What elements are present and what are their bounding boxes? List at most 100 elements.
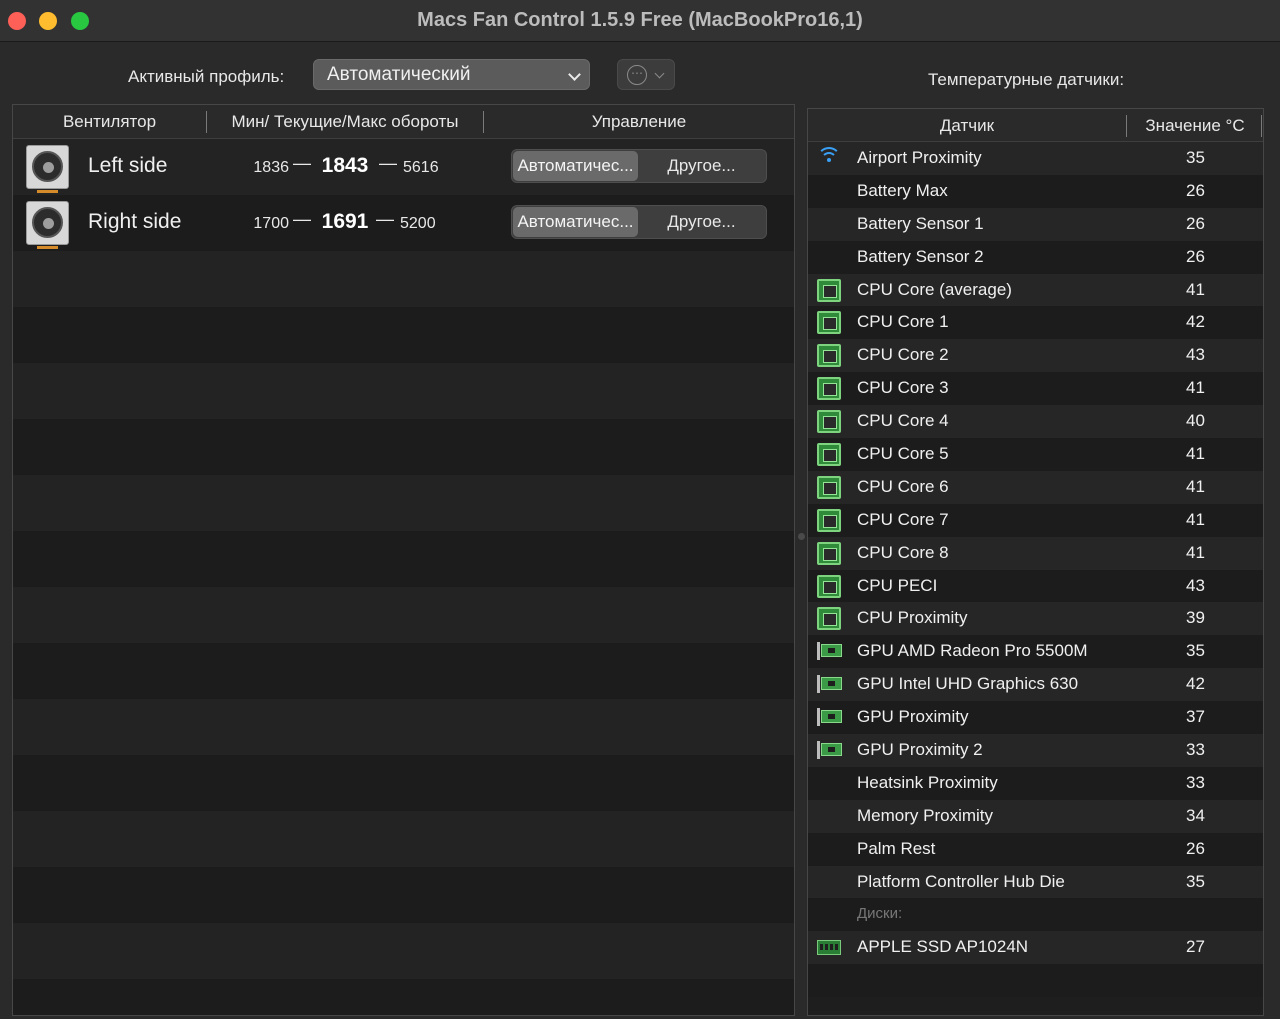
column-header-control[interactable]: Управление — [484, 105, 794, 139]
table-row — [13, 699, 794, 755]
table-row[interactable]: CPU Core (average) 41 — [808, 273, 1263, 307]
cpu-icon — [817, 607, 841, 631]
column-separator — [1261, 115, 1262, 137]
table-row[interactable]: Battery Sensor 2 26 — [808, 240, 1263, 274]
sensor-value: 43 — [1186, 345, 1205, 365]
table-row[interactable]: CPU Core 3 41 — [808, 372, 1263, 406]
sensor-name: Battery Sensor 2 — [857, 246, 984, 266]
gpu-icon — [817, 675, 842, 694]
cpu-icon — [817, 475, 841, 499]
cpu-icon — [817, 344, 841, 368]
table-row[interactable]: CPU Core 2 43 — [808, 339, 1263, 373]
cpu-icon — [817, 541, 841, 565]
sensor-name: Battery Sensor 1 — [857, 213, 984, 233]
table-row[interactable]: CPU Proximity 39 — [808, 602, 1263, 636]
sensor-value: 26 — [1186, 838, 1205, 858]
split-view-divider[interactable] — [798, 533, 805, 540]
sensor-name: Palm Rest — [857, 838, 936, 858]
table-row[interactable]: CPU Core 5 41 — [808, 438, 1263, 471]
table-row — [13, 811, 794, 867]
chevron-down-icon — [654, 68, 665, 79]
sensor-value: 41 — [1186, 476, 1205, 496]
table-row — [13, 363, 794, 419]
cpu-icon — [817, 311, 841, 335]
column-header-sensor[interactable]: Датчик — [808, 109, 1126, 142]
sensor-value: 42 — [1186, 674, 1205, 694]
gpu-icon — [817, 708, 842, 727]
sensors-table: Датчик Значение °C Airport Proximity 35 Ba… — [807, 108, 1264, 1016]
rpm-separator: — — [293, 153, 311, 173]
table-row[interactable]: Platform Controller Hub Die 35 — [808, 865, 1263, 899]
sensor-name: APPLE SSD AP1024N — [857, 937, 1029, 957]
ellipsis-circle-icon: ⋯ — [627, 65, 647, 85]
temperature-sensors-title: Температурные датчики: — [928, 70, 1125, 89]
sensor-value: 41 — [1186, 542, 1205, 562]
custom-control-button[interactable]: Другое... — [638, 151, 765, 181]
table-row[interactable]: CPU Core 6 41 — [808, 470, 1263, 504]
sensor-name: CPU Proximity — [857, 608, 968, 628]
sensor-name: CPU Core 4 — [857, 411, 949, 431]
fan-min-rpm: 1700 — [253, 215, 289, 232]
table-row[interactable]: CPU Core 1 42 — [808, 306, 1263, 340]
auto-control-button[interactable]: Автоматичес... — [513, 207, 638, 237]
group-label: Диски: — [857, 905, 903, 923]
cpu-icon — [817, 410, 841, 434]
sensor-value: 37 — [1186, 707, 1205, 727]
sensor-name: GPU Proximity — [857, 707, 969, 727]
table-row[interactable]: Airport Proximity 35 — [808, 142, 1263, 175]
custom-control-button[interactable]: Другое... — [638, 207, 765, 237]
table-row[interactable]: Heatsink Proximity 33 — [808, 766, 1263, 800]
table-row — [13, 531, 794, 587]
cpu-icon — [817, 508, 841, 532]
fan-row-right-side[interactable]: Right side 1700 — 1691 — 5200 Автоматиче… — [13, 195, 794, 251]
title-bar: Macs Fan Control 1.5.9 Free (MacBookPro1… — [0, 0, 1280, 42]
table-row — [13, 587, 794, 643]
sensor-name: Heatsink Proximity — [857, 772, 998, 792]
table-row[interactable]: GPU Intel UHD Graphics 630 42 — [808, 668, 1263, 702]
table-row[interactable]: CPU Core 8 41 — [808, 536, 1263, 570]
column-header-value[interactable]: Значение °C — [1127, 109, 1263, 142]
sensor-name: CPU Core 1 — [857, 312, 949, 332]
fan-icon — [26, 145, 69, 193]
active-profile-value: Автоматический — [327, 64, 471, 85]
table-row[interactable]: GPU Proximity 37 — [808, 701, 1263, 735]
table-row[interactable]: Memory Proximity 34 — [808, 799, 1263, 833]
sensor-name: CPU Core 2 — [857, 345, 949, 365]
sensors-table-header: Датчик Значение °C — [808, 109, 1263, 142]
column-header-fan[interactable]: Вентилятор — [13, 105, 206, 139]
table-row — [13, 475, 794, 531]
auto-control-button[interactable]: Автоматичес... — [513, 151, 638, 181]
fans-table: Вентилятор Мин/ Текущие/Макс обороты Упр… — [12, 104, 795, 1016]
sensor-name: CPU Core 6 — [857, 476, 949, 496]
table-row[interactable]: GPU Proximity 2 33 — [808, 734, 1263, 767]
more-actions-button[interactable]: ⋯ — [617, 59, 675, 90]
fan-control-segmented: Автоматичес... Другое... — [511, 205, 767, 239]
table-row — [13, 643, 794, 699]
fan-max-rpm: 5200 — [400, 215, 436, 232]
sensor-name: CPU Core 3 — [857, 378, 949, 398]
table-row[interactable]: Battery Sensor 1 26 — [808, 207, 1263, 241]
table-row[interactable]: GPU AMD Radeon Pro 5500M 35 — [808, 635, 1263, 669]
cpu-icon — [817, 443, 841, 467]
sensors-table-body: Airport Proximity 35 Battery Max 26 Battery … — [808, 142, 1263, 998]
active-profile-select[interactable]: Автоматический — [313, 59, 590, 90]
rpm-separator: — — [293, 209, 311, 229]
window-title: Macs Fan Control 1.5.9 Free (MacBookPro1… — [417, 9, 863, 31]
table-row — [13, 755, 794, 811]
table-row[interactable]: CPU Core 4 40 — [808, 405, 1263, 439]
active-profile-label: Активный профиль: — [128, 67, 285, 86]
sensor-value: 41 — [1186, 378, 1205, 398]
sensor-name: CPU Core 8 — [857, 542, 949, 562]
column-header-rpm[interactable]: Мин/ Текущие/Макс обороты — [207, 105, 483, 139]
table-row[interactable]: CPU PECI 43 — [808, 569, 1263, 603]
table-row[interactable]: CPU Core 7 41 — [808, 503, 1263, 537]
sensor-value: 40 — [1186, 411, 1205, 431]
table-row[interactable]: Palm Rest 26 — [808, 832, 1263, 866]
table-row[interactable]: APPLE SSD AP1024N 27 — [808, 931, 1263, 965]
fan-current-rpm: 1843 — [321, 154, 369, 177]
table-row[interactable]: Battery Max 26 — [808, 174, 1263, 208]
sensor-value: 27 — [1186, 937, 1205, 957]
fan-row-left-side[interactable]: Left side 1836 — 1843 — 5616 Автоматичес… — [13, 139, 794, 195]
sensor-value: 35 — [1186, 641, 1205, 661]
fan-min-rpm: 1836 — [253, 159, 289, 176]
